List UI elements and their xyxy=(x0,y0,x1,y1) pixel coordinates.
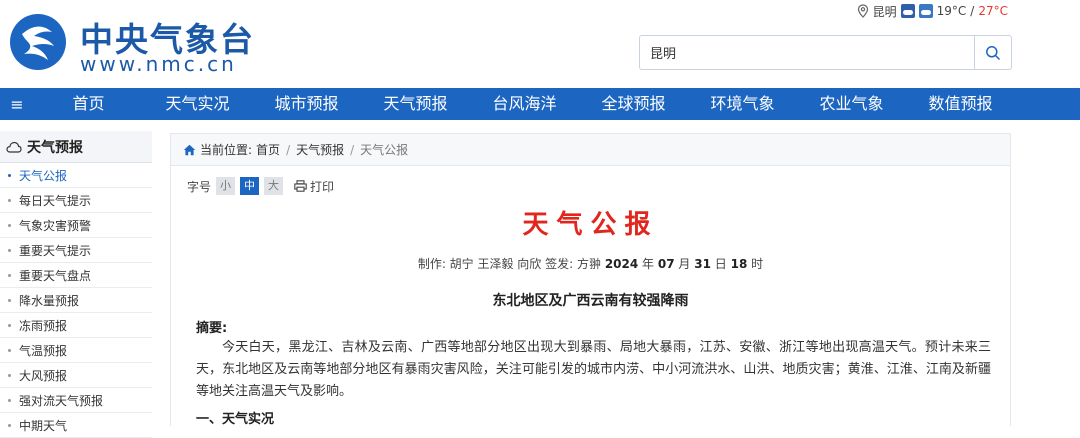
breadcrumb-section[interactable]: 天气预报 xyxy=(296,141,344,158)
temp-low: 19°C xyxy=(936,4,967,18)
printer-icon xyxy=(294,180,307,192)
font-size-medium-button[interactable]: 中 xyxy=(240,177,260,195)
article-toolbar: 字号 小 中 大 打印 xyxy=(187,177,334,195)
main-nav: ≡ 首页 天气实况 城市预报 天气预报 台风海洋 全球预报 环境气象 农业气象 … xyxy=(0,88,1080,120)
cloud-icon xyxy=(6,141,22,153)
nav-item-city-forecast[interactable]: 城市预报 xyxy=(252,88,361,120)
document-subtitle: 东北地区及广西云南有较强降雨 xyxy=(492,293,689,309)
sidebar-item-precipitation[interactable]: 降水量预报 xyxy=(0,288,152,313)
font-size-small-button[interactable]: 小 xyxy=(216,177,236,195)
search-box xyxy=(639,35,1012,70)
breadcrumb-prefix: 当前位置: xyxy=(200,143,253,157)
brand-url: www.nmc.cn xyxy=(80,52,237,76)
sidebar-item-important-tips[interactable]: 重要天气提示 xyxy=(0,238,152,263)
breadcrumb-separator: / xyxy=(350,142,355,157)
sidebar-item-label: 气温预报 xyxy=(19,343,68,358)
search-input[interactable] xyxy=(640,36,975,69)
document-meta: 制作: 胡宁 王泽毅 向欣 签发: 方翀 2024 年 07 月 31 日 18… xyxy=(171,255,1010,272)
bullet-icon xyxy=(8,423,11,427)
nav-item-home[interactable]: 首页 xyxy=(34,88,143,120)
nav-item-observations[interactable]: 天气实况 xyxy=(143,88,252,120)
meta-hour: 18 xyxy=(730,257,748,271)
meta-year: 2024 xyxy=(604,257,639,271)
sidebar-item-temperature[interactable]: 气温预报 xyxy=(0,338,152,363)
sidebar-title: 天气预报 xyxy=(27,139,83,156)
site-header: 中央气象台 www.nmc.cn 昆明 19°C / 27°C xyxy=(0,0,1080,88)
font-size-large-button[interactable]: 大 xyxy=(264,177,284,195)
bullet-icon xyxy=(8,398,11,402)
sidebar-list: 天气公报 每日天气提示 气象灾害预警 重要天气提示 重要天气盘点 降水量预报 冻… xyxy=(0,163,152,438)
breadcrumb-home[interactable]: 首页 xyxy=(256,141,280,158)
sidebar-item-freezing-rain[interactable]: 冻雨预报 xyxy=(0,313,152,338)
sidebar-item-wind[interactable]: 大风预报 xyxy=(0,363,152,388)
sidebar-item-label: 气象灾害预警 xyxy=(19,218,92,233)
breadcrumb-current: 天气公报 xyxy=(360,143,409,157)
temp-high: 27°C xyxy=(978,4,1008,18)
nav-item-environment[interactable]: 环境气象 xyxy=(688,88,797,120)
sidebar-item-label: 天气公报 xyxy=(19,168,68,183)
sidebar: 天气预报 天气公报 每日天气提示 气象灾害预警 重要天气提示 重要天气盘点 降水… xyxy=(0,131,152,438)
weather-night-icon xyxy=(918,4,933,18)
print-button[interactable]: 打印 xyxy=(294,178,334,195)
bullet-icon xyxy=(8,323,11,327)
sidebar-item-daily-tips[interactable]: 每日天气提示 xyxy=(0,188,152,213)
bullet-icon xyxy=(8,298,11,302)
meta-month-unit: 月 xyxy=(678,257,691,271)
meta-day-unit: 日 xyxy=(714,257,727,271)
breadcrumb-separator: / xyxy=(286,142,291,157)
bullet-icon xyxy=(8,198,11,202)
sidebar-item-convection[interactable]: 强对流天气预报 xyxy=(0,388,152,413)
location-pin-icon xyxy=(857,4,868,18)
sidebar-item-label: 强对流天气预报 xyxy=(19,393,104,408)
abstract-paragraph: 今天白天，黑龙江、吉林及云南、广西等地部分地区出现大到暴雨、局地大暴雨，江苏、安… xyxy=(196,340,991,399)
sidebar-item-label: 冻雨预报 xyxy=(19,318,68,333)
sidebar-item-disaster-warning[interactable]: 气象灾害预警 xyxy=(0,213,152,238)
bullet-icon xyxy=(8,223,11,227)
document-title: 天气公报 xyxy=(522,210,659,240)
search-button[interactable] xyxy=(974,36,1011,69)
sidebar-item-label: 中期天气 xyxy=(19,418,68,433)
content-panel: 当前位置: 首页 / 天气预报 / 天气公报 字号 小 中 大 打印 天气公报 … xyxy=(170,133,1011,427)
meta-authors: 制作: 胡宁 王泽毅 向欣 签发: 方翀 xyxy=(417,257,601,271)
sidebar-item-bulletin[interactable]: 天气公报 xyxy=(0,163,152,188)
nmc-logo[interactable] xyxy=(8,12,68,72)
bullet-icon xyxy=(8,248,11,252)
search-icon xyxy=(986,45,1001,60)
sidebar-item-label: 重要天气提示 xyxy=(19,243,92,258)
meta-month: 07 xyxy=(657,257,675,271)
sidebar-item-label: 重要天气盘点 xyxy=(19,268,92,283)
sidebar-item-label: 每日天气提示 xyxy=(19,193,92,208)
nav-item-numerical[interactable]: 数值预报 xyxy=(906,88,1015,120)
sidebar-item-important-review[interactable]: 重要天气盘点 xyxy=(0,263,152,288)
nav-item-typhoon-marine[interactable]: 台风海洋 xyxy=(470,88,579,120)
bullet-icon xyxy=(8,348,11,352)
meta-day: 31 xyxy=(694,257,711,271)
current-city[interactable]: 昆明 xyxy=(873,3,897,20)
bullet-icon xyxy=(8,173,11,177)
nav-item-weather-forecast[interactable]: 天气预报 xyxy=(361,88,470,120)
sidebar-item-label: 大风预报 xyxy=(19,368,68,383)
nav-item-agriculture[interactable]: 农业气象 xyxy=(797,88,906,120)
bullet-icon xyxy=(8,273,11,277)
bullet-icon xyxy=(8,373,11,377)
weather-day-icon xyxy=(900,4,915,18)
breadcrumb: 当前位置: 首页 / 天气预报 / 天气公报 xyxy=(171,134,1010,166)
weather-topbar: 昆明 19°C / 27°C xyxy=(857,2,1008,20)
sidebar-item-label: 降水量预报 xyxy=(19,293,80,308)
home-icon xyxy=(183,144,196,155)
temp-separator: / xyxy=(970,4,975,18)
abstract-label: 摘要: xyxy=(196,321,228,336)
nav-item-global-forecast[interactable]: 全球预报 xyxy=(579,88,688,120)
meta-year-unit: 年 xyxy=(642,257,655,271)
sidebar-header: 天气预报 xyxy=(0,131,152,163)
print-label: 打印 xyxy=(310,179,335,194)
section-heading: 一、天气实况 xyxy=(196,412,275,427)
menu-icon[interactable]: ≡ xyxy=(0,88,34,120)
meta-hour-unit: 时 xyxy=(751,257,764,271)
font-size-label: 字号 xyxy=(187,179,212,194)
